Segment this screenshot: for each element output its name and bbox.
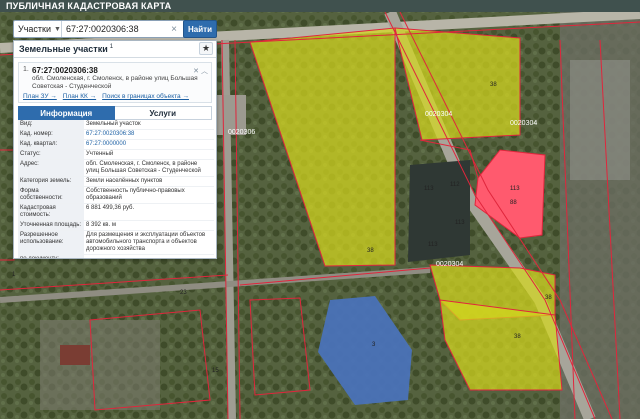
star-icon: ★ xyxy=(201,43,211,53)
clear-icon[interactable]: × xyxy=(168,21,180,37)
app-header: ПУБЛИЧНАЯ КАДАСТРОВАЯ КАРТА xyxy=(0,0,640,12)
chevron-up-icon[interactable]: ︿ xyxy=(201,68,208,75)
info-value: обл. Смоленская, г. Смоленск, в районе у… xyxy=(84,159,214,177)
result-item[interactable]: ✕ ︿ 1. 67:27:0020306:38 обл. Смоленская,… xyxy=(18,62,212,103)
info-value: Учтенный xyxy=(84,149,214,160)
quarter-label-1: 0020304 xyxy=(425,111,452,118)
info-value: Собственность публично-правовых образова… xyxy=(84,186,214,204)
info-key: Уточненная площадь: xyxy=(18,220,84,231)
search-input[interactable] xyxy=(62,21,168,37)
quarter-label-4: 0020304 xyxy=(436,261,463,268)
close-icon[interactable]: ✕ xyxy=(193,68,199,75)
rooftops-southwest xyxy=(40,320,160,410)
parcel-number: 113 xyxy=(428,242,438,248)
rooftops-east xyxy=(570,60,630,180)
tab-services[interactable]: Услуги xyxy=(114,106,212,120)
search-button[interactable]: Найти xyxy=(183,20,217,38)
info-key: Адрес: xyxy=(18,159,84,177)
plan-kk-link[interactable]: План КК → xyxy=(63,93,96,100)
quarter-label-2: 0020304 xyxy=(510,120,537,127)
info-row: по документу: - xyxy=(18,254,214,258)
info-value: Для размещения и эксплуатации объектов а… xyxy=(84,230,214,255)
panel-title: Земельные участки 1 xyxy=(19,44,113,54)
tab-info[interactable]: Информация xyxy=(18,106,115,120)
chevron-down-icon: ▼ xyxy=(54,25,61,33)
info-key: Разрешенное использование: xyxy=(18,230,84,255)
parcel-number: 38 xyxy=(367,248,374,254)
quarter-label-3: 0020306 xyxy=(228,129,255,136)
info-key: по документу: xyxy=(18,254,84,258)
parcel-number: 112 xyxy=(450,182,460,188)
favorite-button[interactable]: ★ xyxy=(199,42,213,55)
app-title: ПУБЛИЧНАЯ КАДАСТРОВАЯ КАРТА xyxy=(6,1,172,11)
parcel-number: 113 xyxy=(424,186,434,192)
parcel-number: 38 xyxy=(514,334,521,340)
info-row: Кад. номер: 67:27:0020306:38 xyxy=(18,129,214,140)
info-value: - xyxy=(84,254,214,258)
info-key: Кад. квартал: xyxy=(18,139,84,150)
result-links: План ЗУ → План КК → Поиск в границах объ… xyxy=(23,93,207,100)
parcel-number: 23 xyxy=(180,290,187,296)
info-key: Кадастровая стоимость: xyxy=(18,203,84,221)
parcel-number: 113 xyxy=(455,220,465,226)
info-value[interactable]: 67:27:0020306:38 xyxy=(84,129,214,140)
parcel-number: 113 xyxy=(510,186,520,192)
info-value: 8 392 кв. м xyxy=(84,220,214,231)
info-key: Категория земель: xyxy=(18,176,84,187)
parcel-number: 15 xyxy=(212,368,219,374)
parcel-number: 38 xyxy=(490,82,497,88)
results-panel: Земельные участки 1 ★ ✕ ︿ 1. 67:27:002030… xyxy=(13,40,217,259)
parcel-number: 38 xyxy=(545,295,552,301)
info-value: Земли населённых пунктов xyxy=(84,176,214,187)
info-row: Кад. квартал: 67:27:0000000 xyxy=(18,139,214,150)
info-key: Вид: xyxy=(18,120,84,130)
panel-header: Земельные участки 1 ★ xyxy=(14,41,216,58)
info-key: Форма собственности: xyxy=(18,186,84,204)
building-red-roof xyxy=(60,345,90,365)
parcel-number: 88 xyxy=(510,200,517,206)
info-table: Вид: Земельный участок Кад. номер: 67:27:00… xyxy=(18,120,214,258)
panel-tabs: Информация Услуги xyxy=(18,106,212,120)
info-value: Земельный участок xyxy=(84,120,214,130)
result-cadastral-number[interactable]: 67:27:0020306:38 xyxy=(32,66,207,75)
info-key: Кад. номер: xyxy=(18,129,84,140)
info-value: 6 881 499,36 руб. xyxy=(84,203,214,221)
results-count: 1 xyxy=(109,44,114,50)
plan-zu-link[interactable]: План ЗУ → xyxy=(23,93,57,100)
result-controls: ✕ ︿ xyxy=(193,66,208,76)
search-category-select[interactable]: Участки ▼ xyxy=(14,21,62,37)
info-row: Разрешенное использование: Для размещения… xyxy=(18,230,214,255)
info-row: Уточненная площадь: 8 392 кв. м xyxy=(18,220,214,231)
building-dark-roof xyxy=(408,160,470,262)
search-category-label: Участки xyxy=(18,24,51,34)
info-row: Статус: Учтенный xyxy=(18,149,214,160)
search-in-bounds-link[interactable]: Поиск в границах объекта → xyxy=(102,93,189,100)
info-row: Форма собственности: Собственность публич… xyxy=(18,186,214,204)
info-row: Категория земель: Земли населённых пункто… xyxy=(18,176,214,187)
info-key: Статус: xyxy=(18,149,84,160)
info-row: Кадастровая стоимость: 6 881 499,36 руб. xyxy=(18,203,214,221)
result-address: обл. Смоленская, г. Смоленск, в районе у… xyxy=(32,75,198,90)
info-value[interactable]: 67:27:0000000 xyxy=(84,139,214,150)
info-row: Вид: Земельный участок xyxy=(18,120,214,130)
info-row: Адрес: обл. Смоленская, г. Смоленск, в ра… xyxy=(18,159,214,177)
panel-title-text: Земельные участки xyxy=(19,44,108,54)
result-index: 1. xyxy=(23,66,29,73)
